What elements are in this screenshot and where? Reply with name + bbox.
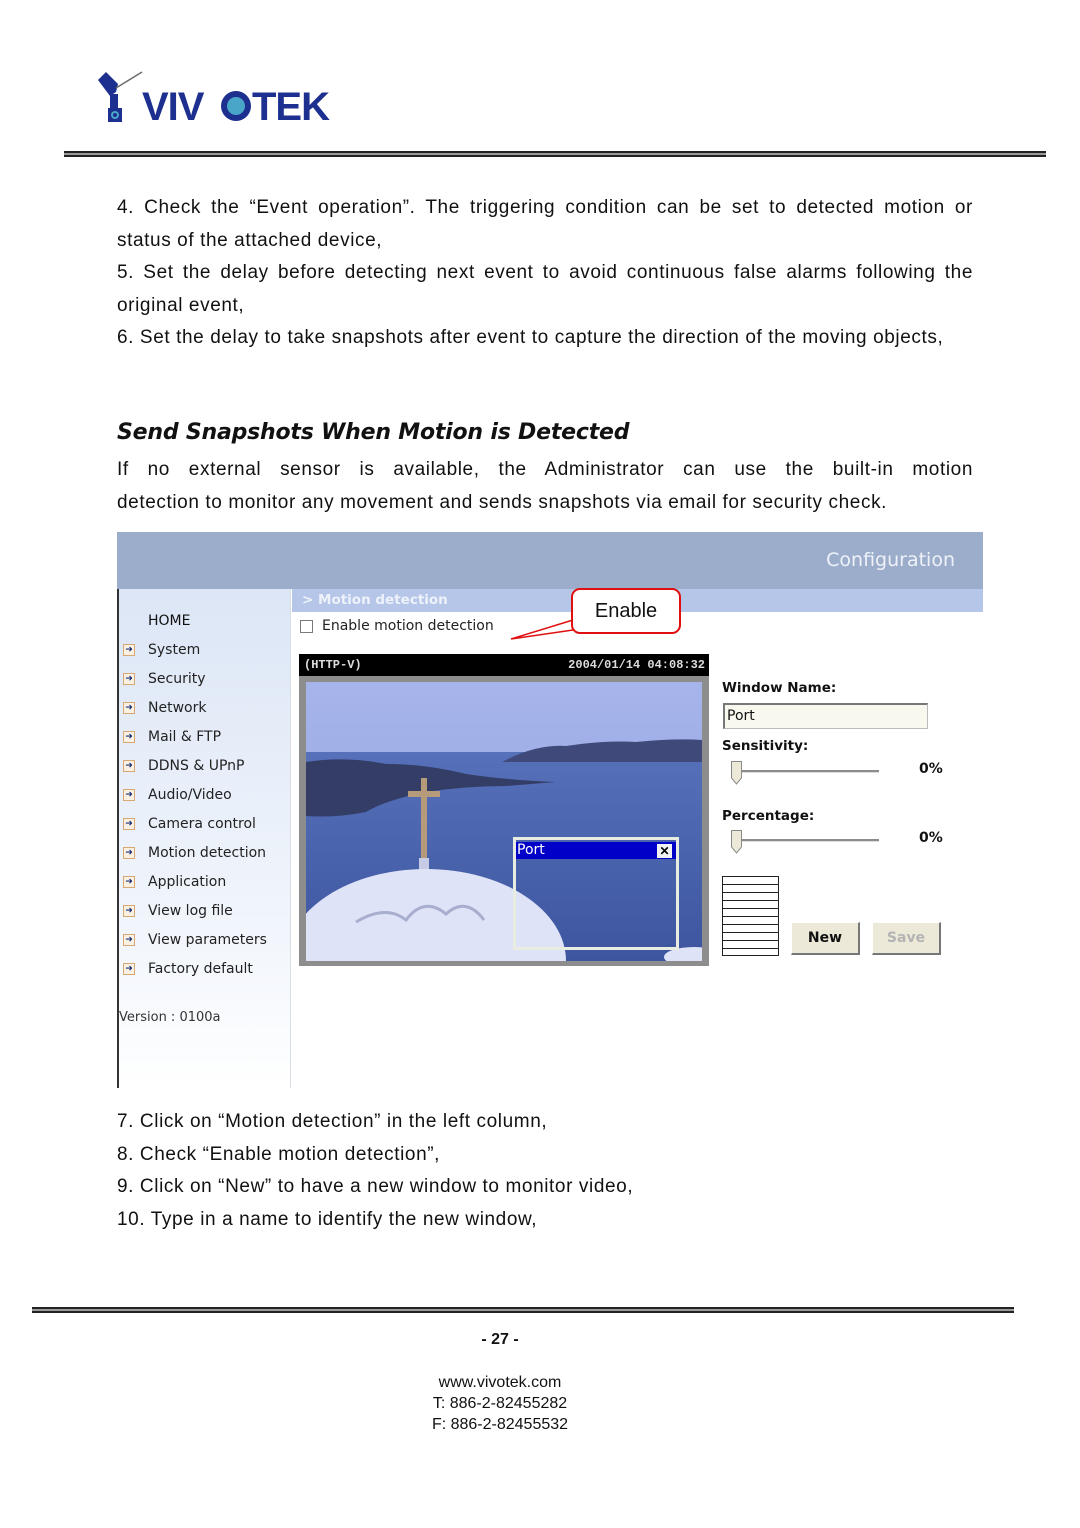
breadcrumb-label: > Motion detection [302, 592, 448, 608]
step-6: 6. Set the delay to take snapshots after… [117, 327, 944, 348]
sidebar-item-motion-detection[interactable]: ➜ Motion detection [123, 843, 266, 863]
step-9: 9. Click on “New” to have a new window t… [117, 1176, 634, 1197]
phone-number: T: 886-2-82455282 [432, 1395, 568, 1412]
footer-divider [32, 1307, 1014, 1313]
svg-text:TEK: TEK [252, 85, 330, 126]
arrow-right-icon: ➜ [123, 644, 135, 656]
sidebar-item-label: Motion detection [148, 845, 267, 861]
sidebar-item-factory-default[interactable]: ➜ Factory default [123, 959, 253, 979]
video-source: (HTTP-V) [304, 658, 362, 672]
video-timestamp: 2004/01/14 04:08:32 [568, 658, 705, 672]
sidebar-item-label: System [148, 642, 201, 658]
section-intro: If no external sensor is available, the … [117, 454, 973, 519]
sidebar-item-view-parameters[interactable]: ➜ View parameters [123, 930, 267, 950]
window-name-input[interactable]: Port [723, 703, 928, 729]
arrow-right-icon: ➜ [123, 905, 135, 917]
arrow-right-icon: ➜ [123, 673, 135, 685]
sensitivity-label: Sensitivity: [722, 738, 809, 754]
arrow-right-icon: ➜ [123, 934, 135, 946]
step-5: 5. Set the delay before detecting next e… [117, 262, 973, 316]
sidebar-item-label: Camera control [148, 816, 256, 832]
camera-logo-icon: VIV TEK [98, 71, 331, 129]
percentage-label: Percentage: [722, 808, 815, 824]
footer-contact: www.vivotek.com T: 886-2-82455282 F: 886… [0, 1372, 1000, 1435]
sidebar-home-link[interactable]: HOME [148, 613, 190, 629]
steps-bottom: 7. Click on “Motion detection” in the le… [117, 1106, 973, 1236]
enable-motion-checkbox[interactable] [300, 619, 313, 633]
enable-callout: Enable [571, 588, 681, 634]
intro-line-2: detection to monitor any movement and se… [117, 491, 888, 513]
percentage-slider[interactable] [731, 830, 885, 858]
steps-top: 4. Check the “Event operation”. The trig… [117, 192, 973, 355]
arrow-right-icon: ➜ [123, 818, 135, 830]
slider-thumb[interactable] [731, 830, 742, 854]
close-icon[interactable]: ✕ [657, 844, 672, 858]
save-button[interactable]: Save [872, 922, 941, 955]
config-screenshot: Configuration HOME ➜ System ➜ Security ➜ Ne… [117, 532, 983, 1088]
sidebar-item-mail-ftp[interactable]: ➜ Mail & FTP [123, 727, 221, 747]
motion-window-title[interactable]: Port [516, 842, 676, 859]
sidebar-item-label: DDNS & UPnP [148, 758, 245, 774]
video-preview: (HTTP-V) 2004/01/14 04:08:32 Port ✕ [299, 654, 709, 966]
motion-window-port[interactable]: Port ✕ [513, 837, 679, 950]
arrow-right-icon: ➜ [123, 731, 135, 743]
website-link[interactable]: www.vivotek.com [0, 1372, 1000, 1393]
sidebar-item-application[interactable]: ➜ Application [123, 872, 226, 892]
slider-thumb[interactable] [731, 761, 742, 785]
sidebar-item-label: View parameters [148, 932, 267, 948]
enable-motion-detection[interactable]: Enable motion detection [300, 618, 494, 634]
arrow-right-icon: ➜ [123, 789, 135, 801]
window-name-label: Window Name: [722, 680, 837, 696]
sidebar-item-camera-control[interactable]: ➜ Camera control [123, 814, 256, 834]
section-heading: Send Snapshots When Motion is Detected [117, 420, 630, 445]
percentage-value: 0% [919, 830, 943, 846]
config-banner: Configuration [117, 532, 983, 589]
sidebar-item-label: Factory default [148, 961, 253, 977]
sensitivity-value: 0% [919, 761, 943, 777]
step-7: 7. Click on “Motion detection” in the le… [117, 1111, 548, 1132]
slider-track [739, 770, 879, 773]
intro-line-1: If no external sensor is available, the … [117, 459, 973, 480]
step-4: 4. Check the “Event operation”. The trig… [117, 197, 973, 251]
sidebar-item-label: Application [148, 874, 227, 890]
arrow-right-icon: ➜ [123, 847, 135, 859]
arrow-right-icon: ➜ [123, 876, 135, 888]
page-number: - 27 - [481, 1331, 519, 1348]
header-divider [64, 151, 1046, 157]
arrow-right-icon: ➜ [123, 760, 135, 772]
step-8: 8. Check “Enable motion detection”, [117, 1143, 441, 1165]
sidebar-item-system[interactable]: ➜ System [123, 640, 200, 660]
sidebar-item-label: Audio/Video [148, 787, 232, 803]
banner-title: Configuration [826, 549, 955, 571]
fax-number: F: 886-2-82455532 [431, 1416, 569, 1433]
sensitivity-slider[interactable] [731, 761, 885, 789]
firmware-version: Version : 0100a [119, 1010, 221, 1025]
step-10: 10. Type in a name to identify the new w… [117, 1208, 538, 1230]
arrow-right-icon: ➜ [123, 702, 135, 714]
sidebar-item-security[interactable]: ➜ Security [123, 669, 206, 689]
sidebar-item-label: Security [148, 671, 206, 687]
sidebar-item-label: Mail & FTP [148, 729, 222, 745]
sidebar-item-view-log-file[interactable]: ➜ View log file [123, 901, 233, 921]
enable-motion-label: Enable motion detection [322, 618, 494, 634]
vivotek-logo: VIV TEK [96, 70, 331, 129]
sidebar-item-label: View log file [148, 903, 233, 919]
video-status-bar: (HTTP-V) 2004/01/14 04:08:32 [299, 654, 709, 676]
window-list[interactable] [722, 876, 779, 956]
callout-pointer-icon [510, 619, 574, 640]
svg-text:VIV: VIV [142, 85, 205, 126]
sidebar: HOME ➜ System ➜ Security ➜ Network ➜ Mail & … [117, 589, 291, 1088]
sidebar-item-ddns-upnp[interactable]: ➜ DDNS & UPnP [123, 756, 245, 776]
arrow-right-icon: ➜ [123, 963, 135, 975]
sidebar-item-label: Network [148, 700, 207, 716]
slider-track [739, 839, 879, 842]
sidebar-item-network[interactable]: ➜ Network [123, 698, 206, 718]
sidebar-item-audio-video[interactable]: ➜ Audio/Video [123, 785, 232, 805]
new-window-button[interactable]: New [791, 922, 860, 955]
